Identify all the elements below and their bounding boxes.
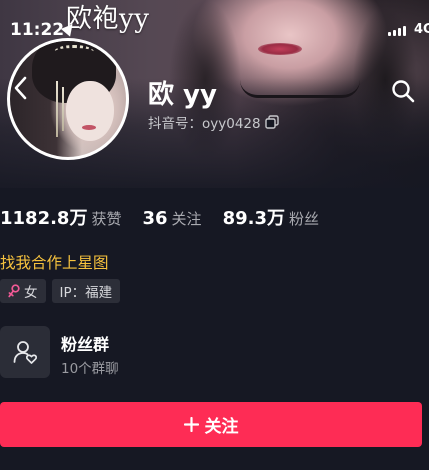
plus-icon	[183, 417, 199, 432]
back-icon	[14, 76, 27, 100]
ip-tag: IP：福建	[51, 279, 121, 303]
follow-button[interactable]: 关注	[0, 402, 422, 447]
follow-label: 关注	[204, 417, 239, 437]
douyin-id[interactable]: 抖音号：oyy0428	[148, 112, 279, 132]
search-button[interactable]	[386, 74, 420, 108]
fan-group-title: 粉丝群	[61, 335, 110, 354]
status-time: 11:22	[10, 20, 65, 40]
profile-tags: 女 IP：福建	[0, 279, 121, 303]
stat-likes-label: 获赞	[91, 210, 122, 228]
banner-caption: 欧袍yy	[66, 4, 150, 34]
fan-group-subtitle: 10个群聊	[61, 361, 119, 377]
stat-followers-value: 89.3万	[222, 208, 285, 229]
douyin-id-text: 抖音号：oyy0428	[148, 116, 261, 132]
stat-likes-value: 1182.8万	[0, 208, 88, 229]
female-icon	[8, 284, 20, 298]
stat-following-label: 关注	[171, 210, 202, 228]
bio-text: 找我合作上星图	[0, 254, 109, 272]
network-label: 4G	[414, 22, 429, 37]
search-icon	[392, 80, 415, 103]
nickname: 欧 yy	[148, 80, 217, 110]
fan-group-entry[interactable]: 粉丝群 10个群聊	[0, 326, 429, 378]
copy-icon[interactable]	[264, 115, 279, 129]
fan-group-icon-box	[0, 326, 50, 378]
stat-following[interactable]: 36 关注	[142, 208, 201, 229]
back-button[interactable]	[6, 70, 34, 106]
stat-followers[interactable]: 89.3万 粉丝	[223, 204, 319, 230]
gender-tag: 女	[0, 279, 46, 303]
stat-likes[interactable]: 1182.8万 获赞	[0, 204, 121, 230]
ip-label: IP：福建	[59, 285, 113, 301]
gender-label: 女	[24, 285, 38, 301]
fan-group-icon	[13, 341, 38, 364]
stats-row: 1182.8万 获赞 36 关注 89.3万 粉丝	[0, 204, 319, 230]
stat-following-value: 36	[142, 208, 168, 229]
stat-followers-label: 粉丝	[288, 210, 319, 228]
signal-icon	[388, 26, 406, 36]
